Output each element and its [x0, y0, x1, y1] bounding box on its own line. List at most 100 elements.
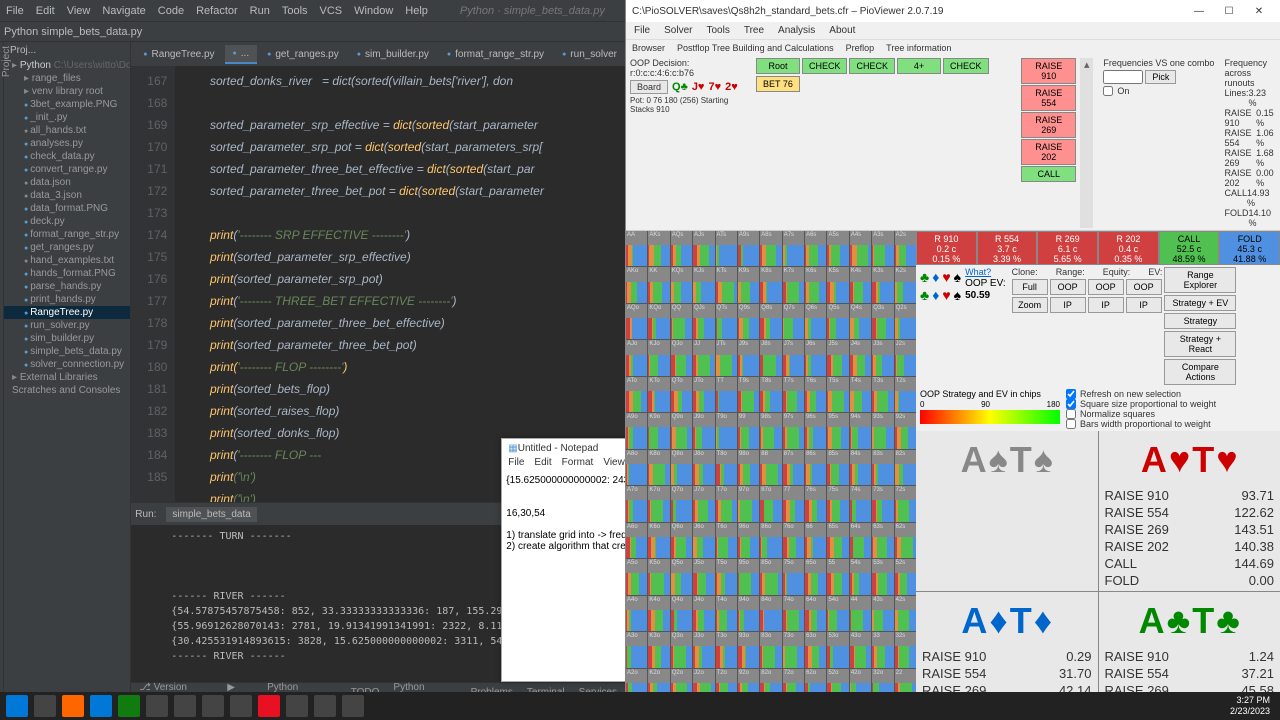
grid-cell[interactable]: 74o	[783, 596, 804, 631]
grid-cell[interactable]: 84o	[760, 596, 781, 631]
grid-cell[interactable]: 44	[850, 596, 871, 631]
grid-cell[interactable]: K6s	[805, 267, 826, 302]
grid-cell[interactable]: K3o	[648, 632, 669, 667]
pv-subtabs[interactable]: Browser Postflop Tree Building and Calcu…	[626, 40, 1280, 56]
tree-item[interactable]: all_hands.txt	[4, 124, 130, 137]
grid-cell[interactable]: Q4o	[671, 596, 692, 631]
taskbar-app[interactable]	[174, 695, 196, 717]
strategy-btn[interactable]: Range Explorer	[1164, 267, 1236, 293]
strategy-btn[interactable]: Strategy + React	[1164, 331, 1236, 357]
grid-cell[interactable]: K3s	[872, 267, 893, 302]
grid-cell[interactable]: 96s	[805, 413, 826, 448]
menu-view[interactable]: View	[67, 5, 91, 17]
menu-navigate[interactable]: Navigate	[102, 5, 145, 17]
action-call[interactable]: CALL	[1021, 166, 1076, 182]
grid-cell[interactable]: 97s	[783, 413, 804, 448]
grid-cell[interactable]: QJo	[671, 340, 692, 375]
maximize-icon[interactable]: ☐	[1214, 6, 1244, 17]
grid-cell[interactable]: A8s	[760, 231, 781, 266]
grid-cell[interactable]: 94o	[738, 596, 759, 631]
action-raise910[interactable]: RAISE 910	[1021, 58, 1076, 84]
combo-panel[interactable]: A♥T♥RAISE 91093.71RAISE 554122.62RAISE 2…	[1099, 431, 1280, 591]
search-icon[interactable]	[34, 695, 56, 717]
grid-cell[interactable]: J8o	[693, 450, 714, 485]
pv-menu-tree[interactable]: Tree	[744, 25, 764, 36]
menu-run[interactable]: Run	[250, 5, 270, 17]
grid-cell[interactable]: J6s	[805, 340, 826, 375]
grid-cell[interactable]: T5o	[716, 559, 737, 594]
tab-formatrange[interactable]: format_range_str.py	[439, 46, 552, 63]
view-btn-zoom[interactable]: Zoom	[1012, 297, 1048, 313]
grid-cell[interactable]: 93o	[738, 632, 759, 667]
grid-cell[interactable]: T4o	[716, 596, 737, 631]
grid-cell[interactable]: A3s	[872, 231, 893, 266]
grid-cell[interactable]: T6o	[716, 523, 737, 558]
action-check[interactable]: CHECK	[849, 58, 895, 74]
menu-edit[interactable]: Edit	[36, 5, 55, 17]
grid-cell[interactable]: Q2s	[895, 304, 916, 339]
pv-menu-solver[interactable]: Solver	[664, 25, 692, 36]
grid-cell[interactable]: K4s	[850, 267, 871, 302]
grid-cell[interactable]: A2s	[895, 231, 916, 266]
action-header-cell[interactable]: R 2020.4 c0.35 %	[1098, 231, 1159, 265]
tree-item[interactable]: range_files	[4, 72, 130, 85]
notepad-window[interactable]: Untitled - Notepad File Edit Format View…	[501, 438, 625, 682]
tree-item[interactable]: RangeTree.py	[4, 306, 130, 319]
grid-cell[interactable]: 54o	[827, 596, 848, 631]
grid-cell[interactable]: T3s	[872, 377, 893, 412]
tree-item[interactable]: 3bet_example.PNG	[4, 98, 130, 111]
grid-cell[interactable]: 64o	[805, 596, 826, 631]
grid-cell[interactable]: J4o	[693, 596, 714, 631]
grid-cell[interactable]: 73s	[872, 486, 893, 521]
on-checkbox[interactable]	[1103, 86, 1113, 96]
grid-cell[interactable]: QQ	[671, 304, 692, 339]
grid-cell[interactable]: A7s	[783, 231, 804, 266]
tree-item[interactable]: run_solver.py	[4, 319, 130, 332]
grid-cell[interactable]: 85s	[827, 450, 848, 485]
tree-item[interactable]: convert_range.py	[4, 163, 130, 176]
option-checkbox[interactable]	[1066, 399, 1076, 409]
notepad-menu[interactable]: File Edit Format View Help	[502, 457, 625, 473]
pv-menubar[interactable]: File Solver Tools Tree Analysis About	[626, 22, 1280, 40]
grid-cell[interactable]: KJs	[693, 267, 714, 302]
combo-panel[interactable]: A♣T♣RAISE 9101.24RAISE 55437.21RAISE 269…	[1099, 592, 1280, 704]
board-button[interactable]: Board	[630, 80, 668, 94]
grid-cell[interactable]: Q8s	[760, 304, 781, 339]
taskbar-app[interactable]	[286, 695, 308, 717]
np-file[interactable]: File	[508, 457, 524, 473]
grid-cell[interactable]: KTo	[648, 377, 669, 412]
grid-cell[interactable]: 76o	[783, 523, 804, 558]
grid-cell[interactable]: T9s	[738, 377, 759, 412]
grid-cell[interactable]: 95o	[738, 559, 759, 594]
menu-help[interactable]: Help	[405, 5, 428, 17]
menu-window[interactable]: Window	[354, 5, 393, 17]
project-tree[interactable]: Proj... Python C:\Users\witto\Documen ra…	[4, 42, 131, 720]
tree-item[interactable]: hand_examples.txt	[4, 254, 130, 267]
action-header-cell[interactable]: R 9100.2 c0.15 %	[916, 231, 977, 265]
action-header-cell[interactable]: R 2696.1 c5.65 %	[1037, 231, 1098, 265]
grid-cell[interactable]: 94s	[850, 413, 871, 448]
taskbar-app[interactable]	[258, 695, 280, 717]
taskbar-app[interactable]	[62, 695, 84, 717]
tree-item[interactable]: parse_hands.py	[4, 280, 130, 293]
tree-item[interactable]: _init_.py	[4, 111, 130, 124]
subtab-browser[interactable]: Browser	[632, 43, 665, 53]
grid-cell[interactable]: QTo	[671, 377, 692, 412]
grid-cell[interactable]: Q8o	[671, 450, 692, 485]
grid-cell[interactable]: K8s	[760, 267, 781, 302]
hand-grid[interactable]: AAAKsAQsAJsATsA9sA8sA7sA6sA5sA4sA3sA2sAK…	[626, 231, 916, 704]
grid-cell[interactable]: T7s	[783, 377, 804, 412]
menu-tools[interactable]: Tools	[282, 5, 308, 17]
combo-input[interactable]	[1103, 70, 1143, 84]
option-checkbox[interactable]	[1066, 389, 1076, 399]
tree-item[interactable]: simple_bets_data.py	[4, 345, 130, 358]
taskbar-clock[interactable]: 3:27 PM2/23/2023	[1230, 695, 1274, 717]
grid-cell[interactable]: 83o	[760, 632, 781, 667]
grid-cell[interactable]: K7o	[648, 486, 669, 521]
grid-cell[interactable]: Q3o	[671, 632, 692, 667]
code[interactable]: sorted_donks_river = dict(sorted(villain…	[175, 66, 625, 502]
grid-cell[interactable]: J4s	[850, 340, 871, 375]
taskbar-app[interactable]	[118, 695, 140, 717]
grid-cell[interactable]: 54s	[850, 559, 871, 594]
grid-cell[interactable]: 76s	[805, 486, 826, 521]
